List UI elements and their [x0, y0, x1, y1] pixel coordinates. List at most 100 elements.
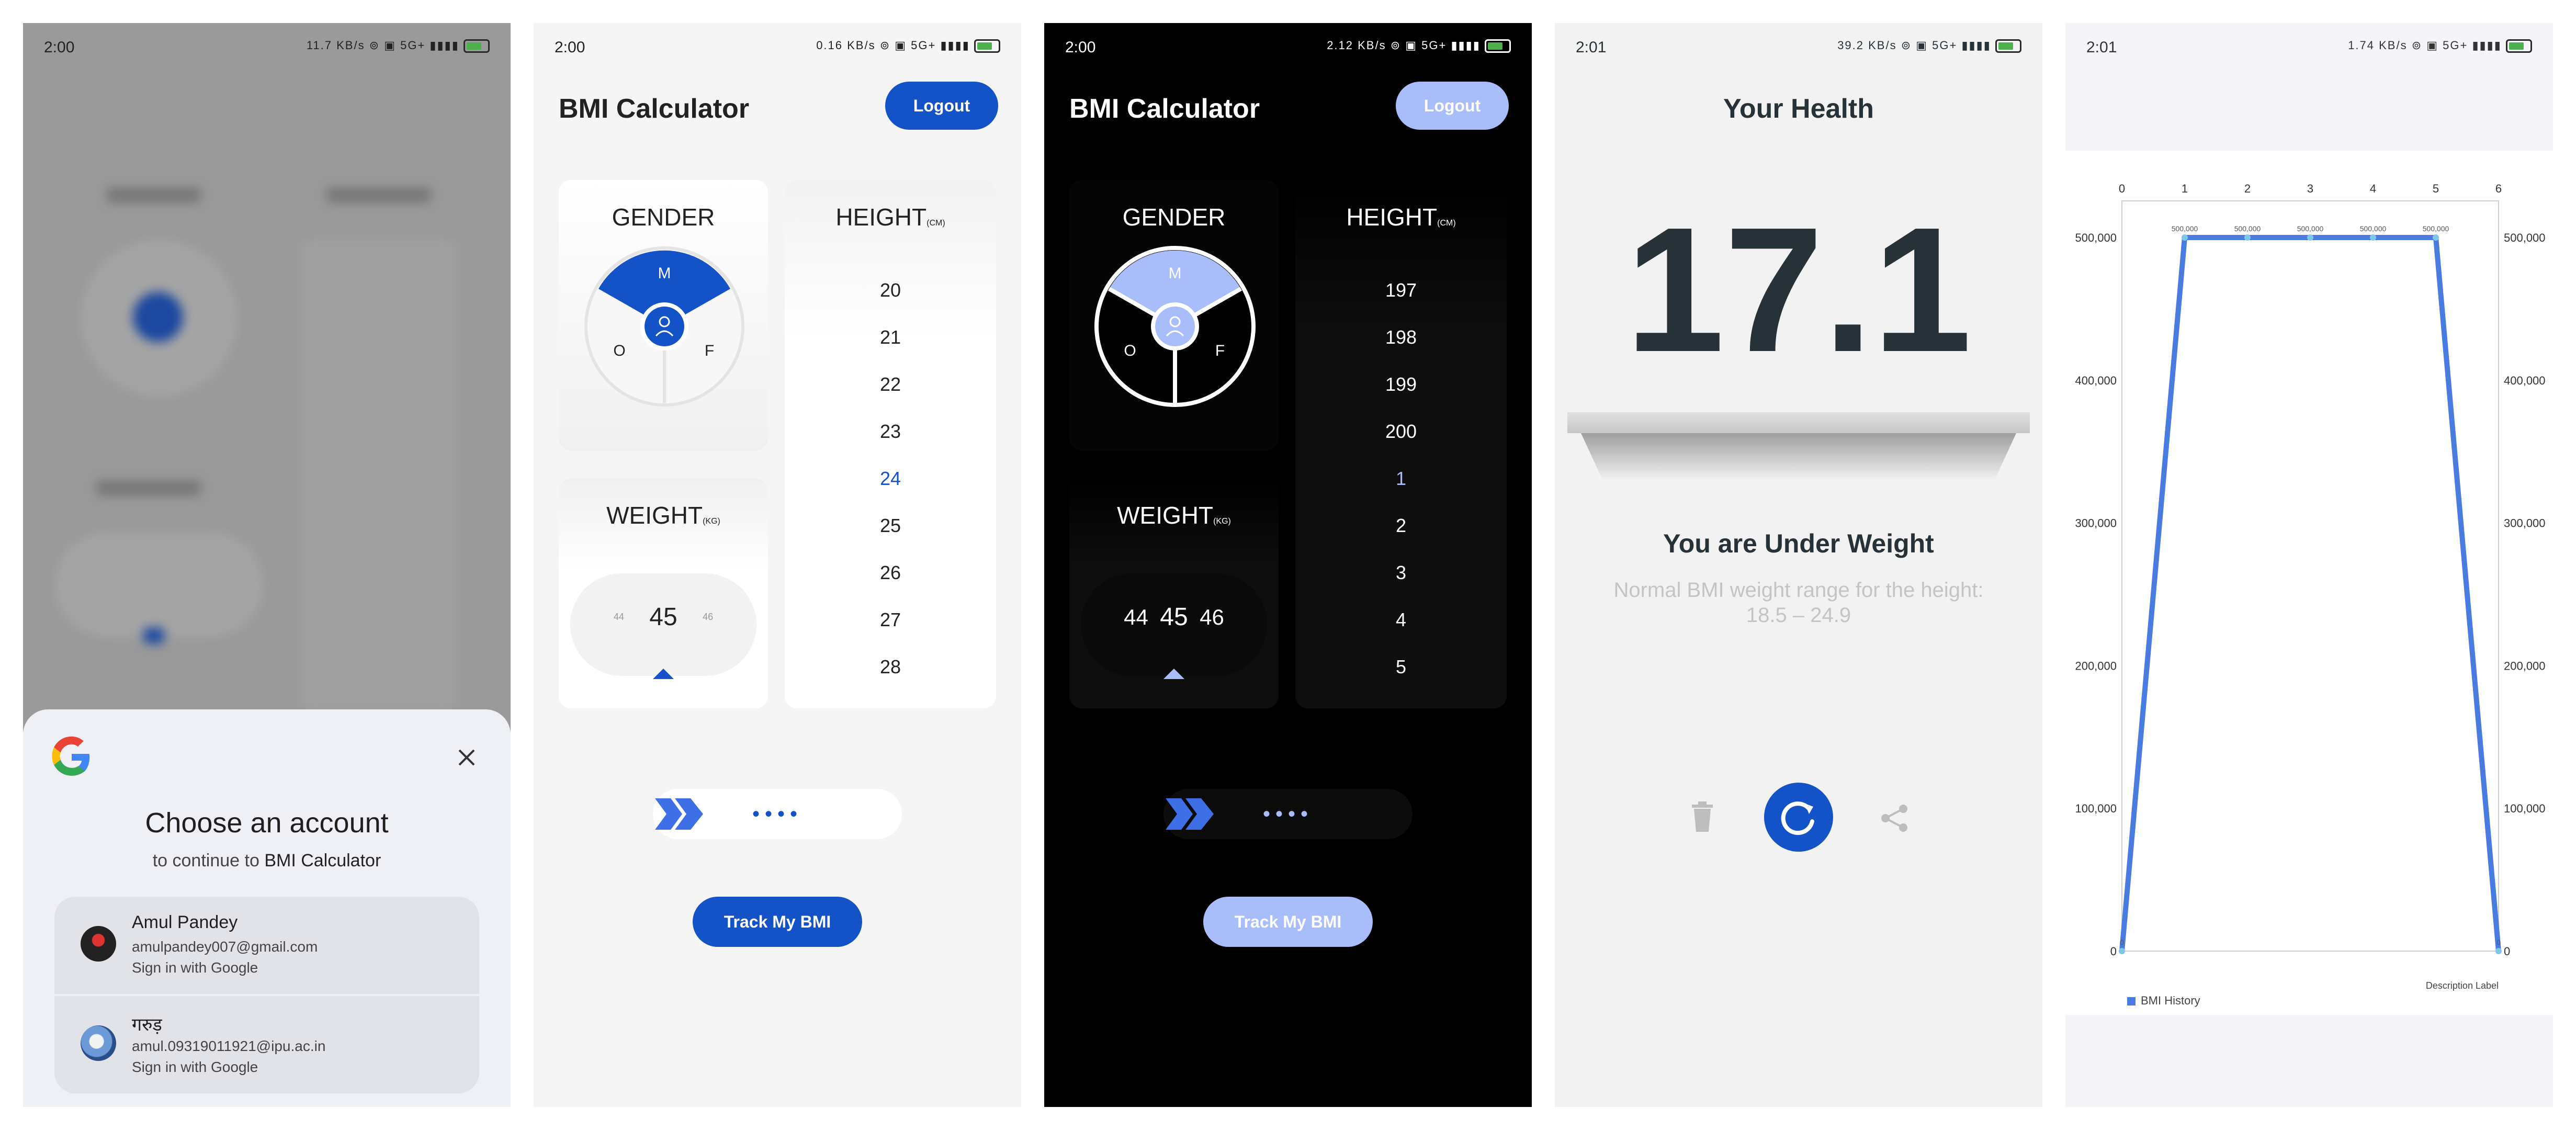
- account-name: Amul Pandey: [132, 912, 238, 932]
- app-title: BMI Calculator: [559, 94, 750, 124]
- height-label-text: HEIGHT: [835, 204, 927, 231]
- x-tick-label: 3: [2307, 182, 2313, 195]
- pedestal: [1567, 412, 2030, 433]
- x-tick-label: 6: [2495, 182, 2502, 195]
- account-email: amulpandey007@gmail.com: [132, 939, 318, 955]
- height-value[interactable]: 5: [1295, 643, 1507, 691]
- gender-option-f[interactable]: F: [1215, 342, 1225, 359]
- height-value[interactable]: 23: [785, 408, 996, 455]
- app-title: BMI Calculator: [1069, 94, 1260, 124]
- data-label: 0: [2496, 938, 2501, 946]
- chart-footer-band: [2065, 1015, 2553, 1107]
- description-label: Description Label: [2426, 980, 2499, 991]
- height-value[interactable]: 25: [785, 502, 996, 549]
- weight-next[interactable]: 46: [703, 612, 713, 623]
- data-point: [2119, 948, 2125, 954]
- height-value[interactable]: 200: [1295, 408, 1507, 455]
- height-picker[interactable]: 197 198 199 200 1 2 3 4 5: [1295, 267, 1507, 691]
- trash-icon[interactable]: [1690, 801, 1715, 833]
- logout-button[interactable]: Logout: [1396, 82, 1509, 130]
- status-icons: 11.7 KB/s ⊚ ▣ 5G+ ▮▮▮▮: [307, 39, 490, 53]
- y-tick-label: 300,000: [2504, 517, 2546, 530]
- data-point: [2495, 948, 2502, 954]
- right-y-axis-ticks: 0 100,000 200,000 300,000 400,000 500,000: [2504, 231, 2546, 958]
- gender-option-m[interactable]: M: [658, 265, 671, 282]
- weight-next[interactable]: 46: [1200, 605, 1224, 630]
- chart-header-band: [2065, 72, 2553, 151]
- height-value[interactable]: 3: [1295, 549, 1507, 596]
- track-bmi-button[interactable]: Track My BMI: [1203, 897, 1373, 947]
- x-tick-label: 5: [2433, 182, 2439, 195]
- logout-button[interactable]: Logout: [885, 82, 998, 130]
- status-time: 2:01: [1576, 39, 1607, 56]
- gender-option-o[interactable]: O: [1124, 342, 1136, 359]
- status-time: 2:01: [2086, 39, 2117, 56]
- swipe-slider[interactable]: ••••: [1163, 789, 1413, 839]
- status-indicators: 1.74 KB/s ⊚ ▣ 5G+ ▮▮▮▮: [2348, 39, 2502, 52]
- gender-option-o[interactable]: O: [613, 342, 625, 359]
- height-value[interactable]: 21: [785, 314, 996, 361]
- progress-dots: ••••: [1263, 803, 1314, 826]
- height-value-selected[interactable]: 1: [1295, 455, 1507, 502]
- data-point: [2370, 234, 2376, 241]
- double-chevron-icon[interactable]: [1163, 796, 1218, 832]
- weight-prev[interactable]: 44: [614, 612, 624, 623]
- y-tick-label: 200,000: [2075, 659, 2117, 672]
- recalculate-button[interactable]: [1764, 783, 1833, 852]
- gender-selector[interactable]: M O F: [584, 246, 745, 407]
- height-value[interactable]: 199: [1295, 361, 1507, 408]
- share-icon[interactable]: [1879, 803, 1911, 834]
- status-indicators: 2.12 KB/s ⊚ ▣ 5G+ ▮▮▮▮: [1327, 39, 1481, 52]
- screen-account-chooser: 2:00 11.7 KB/s ⊚ ▣ 5G+ ▮▮▮▮ Choose an ac…: [23, 23, 511, 1107]
- weight-current: 45: [649, 603, 677, 631]
- data-label: 0: [2120, 938, 2124, 946]
- height-unit: (CM): [927, 219, 945, 228]
- account-item[interactable]: गरुड़ amul.09319011921@ipu.ac.in Sign in…: [54, 996, 479, 1093]
- series-line: [2119, 235, 2501, 952]
- height-value[interactable]: 198: [1295, 314, 1507, 361]
- gender-option-m[interactable]: M: [1169, 265, 1182, 282]
- avatar: [81, 1025, 116, 1061]
- dialog-title: Choose an account: [145, 807, 389, 839]
- status-icons: 0.16 KB/s ⊚ ▣ 5G+ ▮▮▮▮: [816, 39, 1000, 53]
- weight-label-text: WEIGHT: [1117, 502, 1214, 529]
- y-tick-label: 100,000: [2075, 802, 2117, 815]
- height-value[interactable]: 197: [1295, 267, 1507, 314]
- battery-icon: [1485, 39, 1511, 53]
- close-icon[interactable]: [455, 746, 478, 769]
- height-value[interactable]: 26: [785, 549, 996, 596]
- track-bmi-button[interactable]: Track My BMI: [693, 897, 862, 947]
- x-tick-label: 0: [2119, 182, 2125, 195]
- y-tick-label: 500,000: [2504, 231, 2546, 244]
- weight-prev[interactable]: 44: [1124, 605, 1148, 630]
- normal-range-note: Normal BMI weight range for the height:: [1613, 579, 1984, 602]
- screen-bmi-history: 2:01 1.74 KB/s ⊚ ▣ 5G+ ▮▮▮▮ 0 1 2 3 4 5 6 0 100…: [2065, 23, 2553, 1107]
- swipe-slider[interactable]: ••••: [653, 789, 902, 839]
- y-tick-label: 300,000: [2075, 517, 2117, 530]
- data-label: 500,000: [2172, 224, 2198, 233]
- double-chevron-icon[interactable]: [653, 796, 707, 832]
- height-value[interactable]: 2: [1295, 502, 1507, 549]
- left-y-axis-ticks: 0 100,000 200,000 300,000 400,000 500,000: [2075, 231, 2117, 958]
- gender-selector[interactable]: M O F: [1094, 246, 1256, 407]
- battery-icon: [974, 39, 1000, 53]
- dialog-subtitle: to continue to BMI Calculator: [23, 851, 511, 871]
- height-value[interactable]: 4: [1295, 596, 1507, 643]
- bmi-history-chart: 0 1 2 3 4 5 6 0 100,000 200,000 300,000 400,000 500…: [2075, 182, 2546, 1007]
- height-value[interactable]: 20: [785, 267, 996, 314]
- y-tick-label: 400,000: [2504, 374, 2546, 387]
- height-value-selected[interactable]: 24: [785, 455, 996, 502]
- height-picker[interactable]: 20 21 22 23 24 25 26 27 28: [785, 267, 996, 691]
- height-value[interactable]: 28: [785, 643, 996, 691]
- gender-label: GENDER: [1122, 204, 1226, 231]
- height-value[interactable]: 27: [785, 596, 996, 643]
- chart-series: [2119, 234, 2502, 954]
- height-value[interactable]: 22: [785, 361, 996, 408]
- account-name: गरुड़: [132, 1014, 162, 1035]
- gender-card: GENDER M O F: [1069, 180, 1279, 451]
- weight-current: 45: [1160, 603, 1188, 631]
- account-item[interactable]: Amul Pandey amulpandey007@gmail.com Sign…: [54, 897, 479, 996]
- height-label: HEIGHT(CM): [785, 203, 996, 231]
- height-card: HEIGHT(CM) 20 21 22 23 24 25 26 27 28: [785, 180, 996, 708]
- gender-option-f[interactable]: F: [705, 342, 714, 359]
